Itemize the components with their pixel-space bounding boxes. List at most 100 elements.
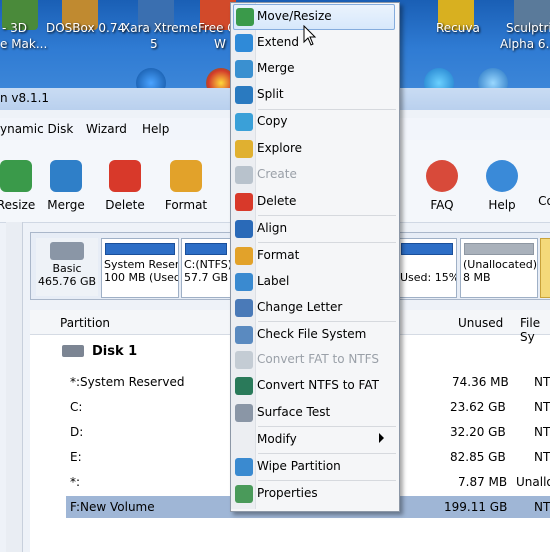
menu-item-check-file-system[interactable]: Check File System [231, 323, 397, 347]
menu-item-format[interactable]: Format [231, 244, 397, 268]
row-filesystem: NT [534, 400, 550, 414]
row-unused: 199.11 GB [444, 500, 508, 514]
column-header-unused[interactable]: Unused [458, 316, 503, 330]
row-partition[interactable]: C: [70, 400, 82, 414]
create-icon [235, 166, 253, 184]
disk-row-label[interactable]: Disk 1 [92, 344, 137, 359]
merge-button[interactable]: Merge [46, 160, 86, 212]
partition-block-selected[interactable] [540, 238, 550, 298]
menu-item-label: Create [257, 167, 297, 181]
menu-item-label[interactable]: Label [231, 270, 397, 294]
menu-item-label: Extend [257, 35, 299, 49]
menu-separator [258, 426, 396, 427]
menu-separator [258, 215, 396, 216]
partition-block[interactable]: C:(NTFS) 57.7 GB (U [181, 238, 231, 298]
menu-item-merge[interactable]: Merge [231, 57, 397, 81]
help-button[interactable]: Help [482, 160, 522, 212]
resize-button[interactable]: Resize [0, 160, 36, 212]
delete-icon [235, 193, 253, 211]
row-filesystem: NT [534, 375, 550, 389]
row-partition[interactable]: E: [70, 450, 82, 464]
partition-block[interactable]: System Reserv 100 MB (Used: [101, 238, 179, 298]
menu-item-create: Create [231, 163, 397, 187]
format-button[interactable]: Format [164, 160, 208, 212]
label-icon [235, 273, 253, 291]
delete-button[interactable]: Delete [104, 160, 146, 212]
contact-label: Co [538, 194, 550, 208]
menu-item-copy[interactable]: Copy [231, 110, 397, 134]
row-partition[interactable]: *:System Reserved [70, 375, 184, 389]
partition-block-info: 57.7 GB (U [184, 271, 230, 284]
column-header-filesystem[interactable]: File Sy [520, 316, 550, 344]
menu-item-change-letter[interactable]: Change Letter [231, 296, 397, 320]
partition-usage-bar [185, 243, 227, 255]
delete-icon [109, 160, 141, 192]
move-resize-icon [236, 8, 254, 26]
disk-header[interactable]: Basic 465.76 GB [36, 238, 98, 296]
row-partition[interactable]: *: [70, 475, 80, 489]
menu-item-surface-test[interactable]: Surface Test [231, 401, 397, 425]
menu-item-label: Move/Resize [257, 9, 332, 23]
desktop-icon-label: DOSBox 0.74 [46, 21, 126, 35]
ntfs-icon [235, 377, 253, 395]
question-icon [486, 160, 518, 192]
menu-item-align[interactable]: Align [231, 217, 397, 241]
menu-item-label: Wipe Partition [257, 459, 341, 473]
row-unused: 32.20 GB [450, 425, 506, 439]
menu-item-label: Modify [257, 432, 297, 446]
menu-item-label: Copy [257, 114, 288, 128]
desktop-icon-label: 5 [150, 37, 158, 51]
faq-button[interactable]: FAQ [422, 160, 462, 212]
row-filesystem: NT [534, 500, 550, 514]
row-unused: 82.85 GB [450, 450, 506, 464]
row-partition[interactable]: F:New Volume [70, 500, 155, 514]
row-partition[interactable]: D: [70, 425, 83, 439]
desktop-icon-label: Sculptri [506, 21, 550, 35]
partition-usage-bar [105, 243, 175, 255]
column-header-partition[interactable]: Partition [60, 316, 110, 330]
menu-item-label: Delete [257, 194, 297, 208]
partition-block[interactable]: Used: 15% [398, 238, 457, 298]
menu-item-explore[interactable]: Explore [231, 137, 397, 161]
help-label: Help [488, 198, 516, 212]
vertical-scrollbar[interactable] [6, 222, 23, 552]
menu-item-convert-ntfs-to-fat[interactable]: Convert NTFS to FAT [231, 374, 397, 398]
delete-label: Delete [105, 198, 145, 212]
wipe-icon [235, 458, 253, 476]
format-label: Format [164, 198, 208, 212]
desktop-icon-label: - 3D [2, 21, 28, 35]
copy-icon [235, 113, 253, 131]
row-filesystem: NT [534, 450, 550, 464]
desktop-icon-label: W [214, 37, 226, 51]
menu-separator [258, 480, 396, 481]
menu-dynamic-disk[interactable]: ynamic Disk [0, 122, 73, 136]
lifebuoy-icon [426, 160, 458, 192]
menu-item-convert-fat-to-ntfs: Convert FAT to NTFS [231, 348, 397, 372]
merge-label: Merge [47, 198, 85, 212]
menu-help[interactable]: Help [142, 122, 169, 136]
contact-button[interactable]: Co [536, 194, 550, 208]
partition-usage-bar [464, 243, 534, 255]
resize-icon [0, 160, 32, 192]
disk-icon [62, 345, 84, 357]
window-title: n v8.1.1 [0, 91, 50, 105]
menu-separator [258, 242, 396, 243]
change-letter-icon [235, 299, 253, 317]
hard-disk-icon [50, 242, 84, 260]
resize-label: Resize [0, 198, 36, 212]
menu-item-delete[interactable]: Delete [231, 190, 397, 214]
partition-block[interactable]: (Unallocated) 8 MB [460, 238, 538, 298]
menu-item-modify[interactable]: Modify [231, 428, 397, 452]
menu-item-label: Format [257, 248, 300, 262]
format-icon [170, 160, 202, 192]
menu-item-label: Properties [257, 486, 318, 500]
menu-item-label: Convert NTFS to FAT [257, 378, 379, 392]
menu-item-properties[interactable]: Properties [231, 482, 397, 506]
menu-item-wipe-partition[interactable]: Wipe Partition [231, 455, 397, 479]
check-fs-icon [235, 326, 253, 344]
partition-usage-bar [401, 243, 453, 255]
extend-icon [235, 34, 253, 52]
menu-wizard[interactable]: Wizard [86, 122, 127, 136]
menu-item-split[interactable]: Split [231, 83, 397, 107]
partition-block-name: System Reserv [104, 258, 178, 271]
